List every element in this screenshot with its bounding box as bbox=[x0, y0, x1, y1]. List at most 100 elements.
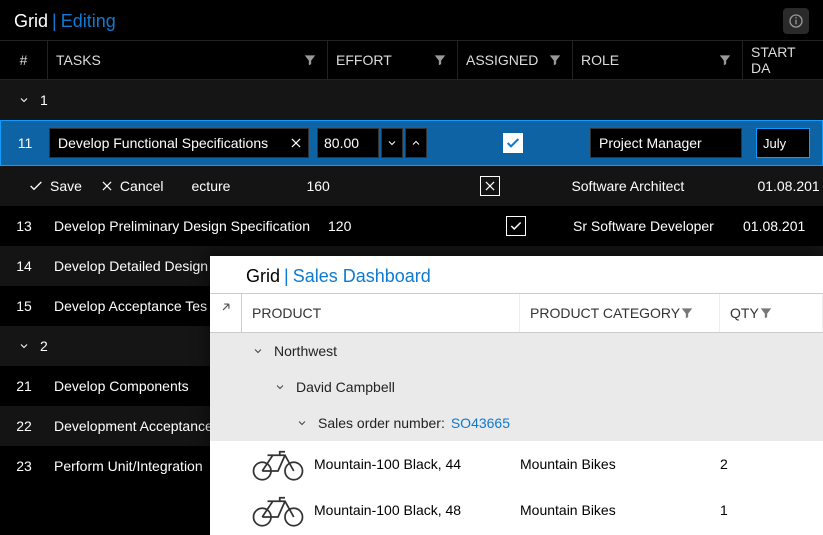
cancel-label: Cancel bbox=[120, 178, 164, 194]
col-effort-label: EFFORT bbox=[336, 52, 392, 68]
category-cell: Mountain Bikes bbox=[520, 456, 720, 472]
chevron-down-icon bbox=[18, 340, 30, 352]
assigned-checkbox[interactable] bbox=[506, 216, 526, 236]
x-icon bbox=[483, 179, 497, 193]
col-qty-label: QTY bbox=[730, 305, 759, 321]
cancel-button[interactable]: Cancel bbox=[100, 178, 164, 194]
effort-cell: 160 bbox=[306, 178, 366, 194]
start-cell: 01.08.201 bbox=[757, 178, 823, 194]
row-number: 23 bbox=[0, 458, 48, 474]
qty-cell: 1 bbox=[720, 502, 823, 518]
col-effort[interactable]: EFFORT bbox=[328, 41, 458, 79]
group-region-label: Northwest bbox=[274, 343, 337, 359]
filter-icon[interactable] bbox=[303, 53, 317, 67]
col-number[interactable]: # bbox=[0, 41, 48, 79]
column-headers: # TASKS EFFORT ASSIGNED ROLE START DA bbox=[0, 40, 823, 80]
chevron-down-icon bbox=[274, 381, 286, 393]
group-label: 1 bbox=[40, 92, 48, 108]
bike-icon bbox=[250, 492, 306, 528]
product-name: Mountain-100 Black, 48 bbox=[314, 502, 461, 518]
col-product-label: PRODUCT bbox=[252, 305, 321, 321]
effort-increase[interactable] bbox=[405, 128, 427, 158]
check-icon bbox=[28, 178, 44, 194]
editing-row: 11 Project Manager July bbox=[0, 120, 823, 166]
task-cell: Develop Preliminary Design Specification bbox=[48, 218, 328, 234]
col-tasks-label: TASKS bbox=[56, 52, 101, 68]
light-title-grid: Grid bbox=[246, 266, 280, 286]
col-category-label: PRODUCT CATEGORY bbox=[530, 305, 680, 321]
sales-dashboard-panel: Grid|Sales Dashboard PRODUCT PRODUCT CAT… bbox=[210, 256, 823, 535]
task-text-fragment: ecture bbox=[192, 178, 231, 194]
task-input[interactable] bbox=[49, 128, 309, 158]
col-qty[interactable]: QTY bbox=[720, 294, 823, 332]
chevron-down-icon bbox=[386, 137, 398, 149]
role-select[interactable]: Project Manager bbox=[590, 128, 742, 158]
row-number: 21 bbox=[0, 378, 48, 394]
save-button[interactable]: Save bbox=[28, 178, 82, 194]
row-number: 11 bbox=[1, 135, 49, 151]
info-button[interactable] bbox=[783, 8, 809, 34]
save-label: Save bbox=[50, 178, 82, 194]
assigned-checkbox[interactable] bbox=[480, 176, 500, 196]
col-start-label: START DA bbox=[751, 44, 815, 76]
row-number: 22 bbox=[0, 418, 48, 434]
row-12-actions: Save Cancel ecture 160 Software Architec… bbox=[0, 166, 823, 206]
chevron-down-icon bbox=[296, 417, 308, 429]
qty-cell: 2 bbox=[720, 456, 823, 472]
arrow-expand-icon bbox=[219, 300, 233, 314]
category-cell: Mountain Bikes bbox=[520, 502, 720, 518]
filter-icon[interactable] bbox=[759, 306, 773, 320]
close-icon bbox=[100, 179, 114, 193]
col-assigned[interactable]: ASSIGNED bbox=[458, 41, 573, 79]
clear-icon[interactable] bbox=[289, 136, 303, 150]
col-start[interactable]: START DA bbox=[743, 41, 823, 79]
group-row-1[interactable]: 1 bbox=[0, 80, 823, 120]
chevron-down-icon bbox=[252, 345, 264, 357]
check-icon bbox=[509, 219, 523, 233]
effort-input[interactable] bbox=[317, 128, 379, 158]
filter-icon[interactable] bbox=[433, 53, 447, 67]
light-title-pipe: | bbox=[284, 266, 289, 286]
date-select[interactable]: July bbox=[756, 128, 810, 158]
product-row[interactable]: Mountain-100 Black, 44 Mountain Bikes 2 bbox=[210, 441, 823, 487]
start-cell: 01.08.201 bbox=[743, 218, 823, 234]
group-order-value: SO43665 bbox=[451, 415, 510, 431]
group-order-label: Sales order number: bbox=[318, 415, 445, 431]
row-number: 14 bbox=[0, 258, 48, 274]
role-cell: Sr Software Developer bbox=[573, 218, 743, 234]
group-person[interactable]: David Campbell bbox=[210, 369, 823, 405]
grid-title-subtitle: Editing bbox=[61, 11, 116, 31]
group-region[interactable]: Northwest bbox=[210, 333, 823, 369]
grid-title-pipe: | bbox=[52, 11, 57, 31]
assigned-checkbox[interactable] bbox=[503, 133, 523, 153]
group-order[interactable]: Sales order number: SO43665 bbox=[210, 405, 823, 441]
filter-icon[interactable] bbox=[548, 53, 562, 67]
group-person-label: David Campbell bbox=[296, 379, 395, 395]
effort-decrease[interactable] bbox=[381, 128, 403, 158]
col-role-label: ROLE bbox=[581, 52, 619, 68]
col-product[interactable]: PRODUCT bbox=[242, 294, 520, 332]
product-name: Mountain-100 Black, 44 bbox=[314, 456, 461, 472]
filter-icon[interactable] bbox=[680, 306, 694, 320]
check-icon bbox=[505, 135, 521, 151]
col-number-label: # bbox=[20, 52, 28, 68]
col-tasks[interactable]: TASKS bbox=[48, 41, 328, 79]
filter-icon[interactable] bbox=[718, 53, 732, 67]
row-number: 15 bbox=[0, 298, 48, 314]
effort-cell: 120 bbox=[328, 218, 458, 234]
info-icon bbox=[788, 13, 804, 29]
table-row[interactable]: 13 Develop Preliminary Design Specificat… bbox=[0, 206, 823, 246]
col-role[interactable]: ROLE bbox=[573, 41, 743, 79]
grid-title-grid: Grid bbox=[14, 11, 48, 31]
product-row[interactable]: Mountain-100 Black, 48 Mountain Bikes 1 bbox=[210, 487, 823, 533]
col-assigned-label: ASSIGNED bbox=[466, 52, 538, 68]
light-title-sub: Sales Dashboard bbox=[293, 266, 431, 286]
chevron-down-icon bbox=[18, 94, 30, 106]
expand-panel-button[interactable] bbox=[210, 294, 242, 332]
bike-icon bbox=[250, 446, 306, 482]
role-cell: Software Architect bbox=[571, 178, 741, 194]
chevron-up-icon bbox=[410, 137, 422, 149]
row-number: 13 bbox=[0, 218, 48, 234]
group-label: 2 bbox=[40, 338, 48, 354]
col-category[interactable]: PRODUCT CATEGORY bbox=[520, 294, 720, 332]
